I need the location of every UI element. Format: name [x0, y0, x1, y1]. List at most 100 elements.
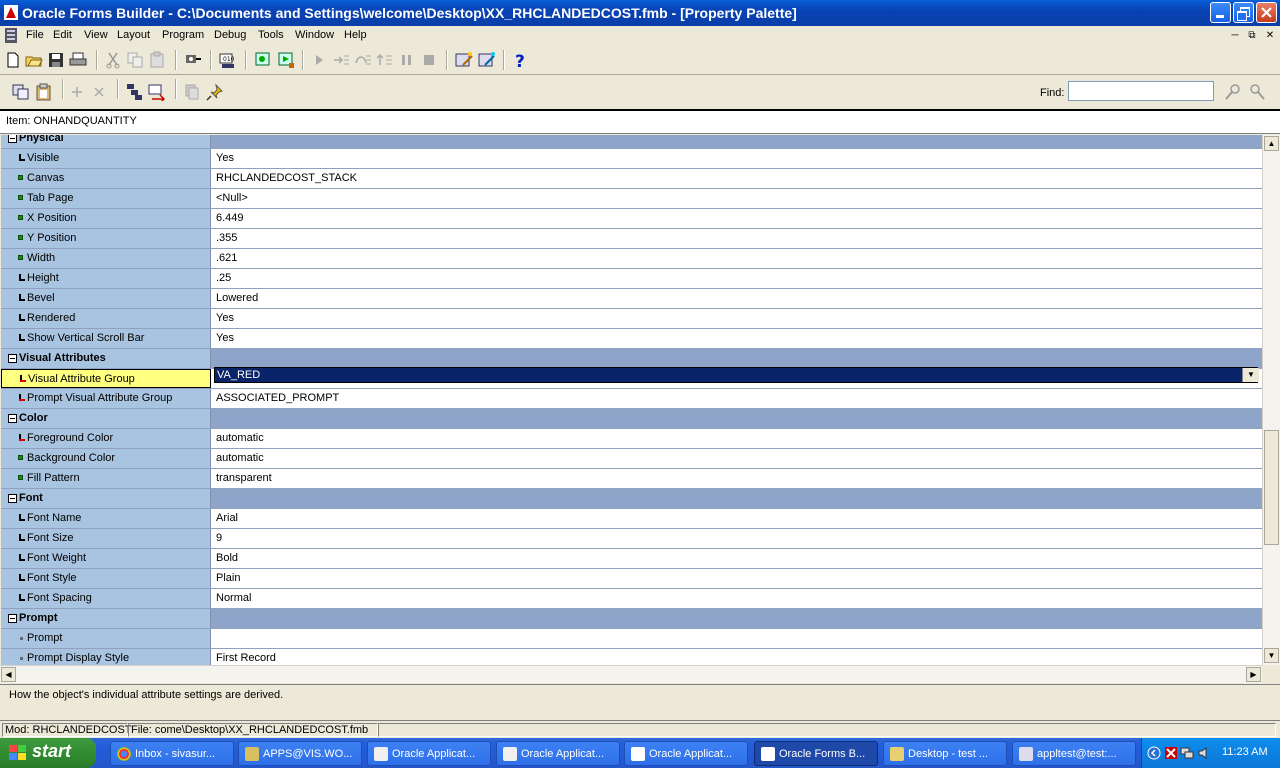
collapse-category-icon[interactable] [8, 414, 17, 423]
property-value-cell[interactable]: .621 [211, 249, 1262, 268]
property-name-cell[interactable]: Font Style [1, 569, 211, 588]
property-value-cell[interactable]: Plain [211, 569, 1262, 588]
menu-view[interactable]: View [84, 29, 108, 41]
property-name-cell[interactable]: Visible [1, 149, 211, 168]
step-out-icon[interactable] [376, 51, 394, 69]
property-row[interactable]: Font Spacing Normal [1, 589, 1262, 609]
property-category-row[interactable]: Physical [1, 135, 1262, 149]
taskbar-item[interactable]: Inbox - sivasur... [110, 741, 234, 766]
property-name-cell[interactable]: Fill Pattern [1, 469, 211, 488]
property-name-cell[interactable]: Foreground Color [1, 429, 211, 448]
run-form-debug-icon[interactable] [277, 51, 295, 69]
find-next-icon[interactable] [1248, 83, 1266, 101]
property-value-cell[interactable]: Bold [211, 549, 1262, 568]
start-button[interactable]: start [0, 738, 96, 768]
menu-debug[interactable]: Debug [214, 29, 246, 41]
menu-window[interactable]: Window [295, 29, 334, 41]
copy-properties-icon[interactable] [12, 83, 30, 101]
property-name-cell[interactable]: Visual Attribute Group [1, 369, 211, 388]
stop-icon[interactable] [420, 51, 438, 69]
property-row[interactable]: Show Vertical Scroll Bar Yes [1, 329, 1262, 349]
property-row[interactable]: X Position 6.449 [1, 209, 1262, 229]
property-name-cell[interactable]: Visual Attributes [1, 349, 211, 368]
property-name-cell[interactable]: Tab Page [1, 189, 211, 208]
volume-icon[interactable] [1197, 746, 1211, 760]
property-name-cell[interactable]: Color [1, 409, 211, 428]
collapse-category-icon[interactable] [8, 354, 17, 363]
property-name-cell[interactable]: Prompt Visual Attribute Group [1, 389, 211, 408]
property-row[interactable]: Font Size 9 [1, 529, 1262, 549]
network-icon[interactable] [1180, 746, 1194, 760]
forms-app-icon[interactable] [4, 5, 18, 20]
compile-module-icon[interactable]: 010 [219, 51, 237, 69]
property-category-row[interactable]: Color [1, 409, 1262, 429]
property-class-icon[interactable] [126, 83, 144, 101]
new-file-icon[interactable] [4, 51, 22, 69]
cut-icon[interactable] [104, 51, 122, 69]
scroll-left-icon[interactable]: ◀ [1, 667, 16, 682]
property-value-cell[interactable]: Yes [211, 149, 1262, 168]
property-value-cell[interactable]: Normal [211, 589, 1262, 608]
property-name-cell[interactable]: Canvas [1, 169, 211, 188]
property-value-cell[interactable]: <Null> [211, 189, 1262, 208]
property-row[interactable]: Font Weight Bold [1, 549, 1262, 569]
horizontal-scrollbar[interactable]: ◀ ▶ [0, 665, 1262, 683]
help-icon[interactable]: ? [511, 51, 529, 69]
property-category-row[interactable]: Prompt [1, 609, 1262, 629]
property-name-cell[interactable]: Font Spacing [1, 589, 211, 608]
save-icon[interactable] [47, 51, 65, 69]
property-value-cell[interactable]: automatic [211, 429, 1262, 448]
property-name-cell[interactable]: Rendered [1, 309, 211, 328]
layout-wizard-icon[interactable] [478, 51, 496, 69]
property-row[interactable]: Background Color automatic [1, 449, 1262, 469]
pause-icon[interactable] [398, 51, 416, 69]
property-category-row[interactable]: Font [1, 489, 1262, 509]
property-value-cell[interactable]: Yes [211, 309, 1262, 328]
property-name-cell[interactable]: Height [1, 269, 211, 288]
mdi-minimize-icon[interactable]: ─ [1228, 29, 1242, 43]
form-wizard-icon[interactable] [455, 51, 473, 69]
open-folder-icon[interactable] [25, 51, 43, 69]
tray-expand-icon[interactable] [1147, 746, 1161, 760]
property-value-cell[interactable]: 6.449 [211, 209, 1262, 228]
freeze-unfreeze-pin-icon[interactable] [206, 83, 224, 101]
property-row[interactable]: Height .25 [1, 269, 1262, 289]
taskbar-item[interactable]: APPS@VIS.WO... [238, 741, 362, 766]
add-property-icon[interactable] [68, 83, 86, 101]
vertical-scroll-thumb[interactable] [1264, 430, 1279, 545]
antivirus-icon[interactable] [1164, 746, 1178, 760]
taskbar-item[interactable]: appltest@test:... [1012, 741, 1136, 766]
taskbar-item[interactable]: Desktop - test ... [883, 741, 1007, 766]
copy-icon[interactable] [126, 51, 144, 69]
mdi-restore-icon[interactable]: ⧉ [1245, 29, 1259, 43]
property-name-cell[interactable]: Font Name [1, 509, 211, 528]
property-category-row[interactable]: Visual Attributes [1, 349, 1262, 369]
taskbar-item[interactable]: Oracle Applicat... [624, 741, 748, 766]
property-name-cell[interactable]: X Position [1, 209, 211, 228]
property-value-cell[interactable]: Yes [211, 329, 1262, 348]
document-menu-icon[interactable] [5, 28, 17, 43]
go-icon[interactable] [310, 51, 328, 69]
property-name-cell[interactable]: Width [1, 249, 211, 268]
property-name-cell[interactable]: Background Color [1, 449, 211, 468]
paste-icon[interactable] [148, 51, 166, 69]
property-name-cell[interactable]: Prompt [1, 629, 211, 648]
menu-help[interactable]: Help [344, 29, 367, 41]
restore-button[interactable] [1233, 2, 1254, 23]
scroll-up-icon[interactable]: ▲ [1264, 136, 1279, 151]
property-row[interactable]: Tab Page <Null> [1, 189, 1262, 209]
property-name-cell[interactable]: Font Weight [1, 549, 211, 568]
vertical-scrollbar[interactable]: ▲ ▼ [1262, 135, 1280, 665]
property-value-cell[interactable]: First Record [211, 649, 1262, 665]
property-name-cell[interactable]: Show Vertical Scroll Bar [1, 329, 211, 348]
property-row[interactable]: Prompt Visual Attribute Group ASSOCIATED_… [1, 389, 1262, 409]
connect-icon[interactable] [184, 51, 202, 69]
property-value-cell[interactable]: 9 [211, 529, 1262, 548]
scroll-down-icon[interactable]: ▼ [1264, 648, 1279, 663]
property-name-cell[interactable]: Y Position [1, 229, 211, 248]
property-row[interactable]: Font Name Arial [1, 509, 1262, 529]
print-icon[interactable] [69, 51, 87, 69]
paste-properties-icon[interactable] [35, 83, 53, 101]
property-name-cell[interactable]: Font Size [1, 529, 211, 548]
property-name-cell[interactable]: Physical [1, 135, 211, 148]
